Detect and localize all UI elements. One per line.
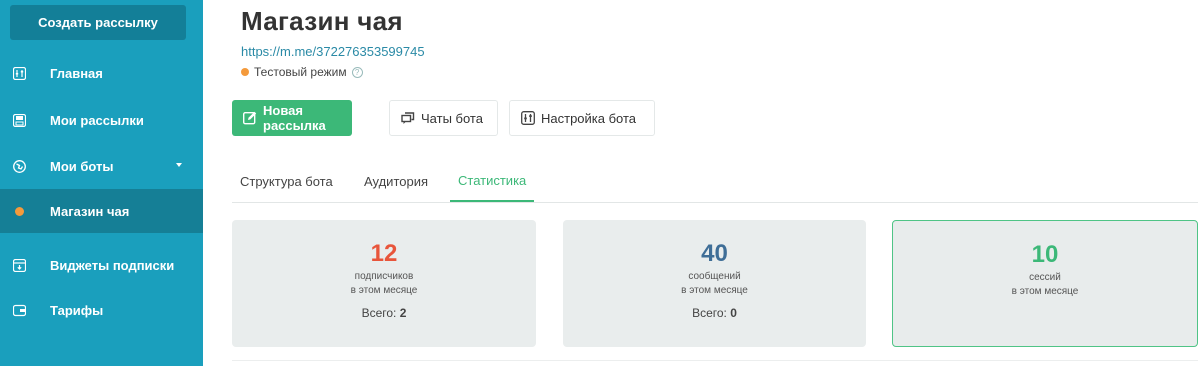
tab-audience[interactable]: Аудитория — [364, 160, 428, 203]
settings-sliders-icon — [521, 111, 535, 125]
stat-label: подписчиков — [354, 271, 414, 282]
sidebar-item-label: Главная — [50, 65, 103, 81]
status-dot-icon — [241, 68, 249, 76]
stat-total: Всего: 0 — [692, 306, 737, 320]
bot-chats-button[interactable]: Чаты бота — [389, 100, 498, 136]
globe-icon — [12, 159, 26, 173]
sidebar-item-home[interactable]: Главная — [0, 51, 203, 95]
widget-icon — [12, 258, 26, 272]
sidebar-item-label: Магазин чая — [50, 203, 130, 219]
stat-card-messages: 40 сообщений в этом месяце Всего: 0 — [563, 220, 866, 347]
stat-value: 40 — [701, 240, 728, 267]
chat-icon — [401, 111, 415, 125]
stat-period: в этом месяце — [681, 285, 748, 296]
status-dot-icon — [12, 204, 26, 218]
stat-card-sessions: 10 сессий в этом месяце — [892, 220, 1198, 347]
button-label: Новая рассылка — [263, 103, 326, 133]
mode-label: Тестовый режим — [254, 65, 347, 79]
bot-settings-button[interactable]: Настройка бота — [509, 100, 655, 136]
stat-label: сессий — [1029, 272, 1061, 283]
wallet-icon — [12, 303, 26, 317]
stat-label: сообщений — [688, 271, 741, 282]
sidebar-item-label: Мои рассылки — [50, 112, 144, 128]
button-label: Настройка бота — [541, 110, 637, 126]
save-icon — [12, 113, 26, 127]
new-broadcast-button[interactable]: Новая рассылка — [232, 100, 352, 136]
button-label: Чаты бота — [421, 110, 483, 126]
tab-statistics[interactable]: Статистика — [450, 160, 535, 202]
content-panel-edge — [232, 360, 1198, 366]
stat-total: Всего: 2 — [361, 306, 407, 320]
bot-link[interactable]: https://m.me/372276353599745 — [241, 44, 425, 59]
stat-card-subscribers: 12 подписчиков в этом месяце Всего: 2 — [232, 220, 536, 347]
page-title: Магазин чая — [241, 6, 403, 36]
sidebar: Создать рассылку Главная Мои рассылки Мо… — [0, 0, 203, 366]
help-icon[interactable]: ? — [351, 66, 363, 78]
stat-value: 12 — [370, 240, 398, 267]
home-icon — [12, 66, 26, 80]
main-content: Магазин чая https://m.me/372276353599745… — [203, 0, 1200, 366]
sidebar-item-label: Виджеты подписки — [50, 257, 175, 273]
sidebar-item-tea-shop[interactable]: Магазин чая — [0, 189, 203, 233]
create-broadcast-button[interactable]: Создать рассылку — [10, 5, 186, 40]
edit-icon — [243, 111, 257, 125]
sidebar-item-broadcasts[interactable]: Мои рассылки — [0, 98, 203, 142]
stat-period: в этом месяце — [350, 285, 418, 296]
sidebar-item-label: Тарифы — [50, 302, 104, 318]
chevron-down-icon — [176, 163, 182, 167]
sidebar-item-pricing[interactable]: Тарифы — [0, 288, 203, 332]
stat-period: в этом месяце — [1011, 286, 1079, 297]
stat-value: 10 — [1031, 241, 1059, 268]
sidebar-item-label: Мои боты — [50, 158, 114, 174]
tab-bot-structure[interactable]: Структура бота — [240, 160, 333, 203]
mode-status: Тестовый режим ? — [241, 65, 363, 79]
sidebar-item-widgets[interactable]: Виджеты подписки — [0, 243, 203, 287]
tab-bar: Структура бота Аудитория Статистика — [232, 160, 1198, 203]
sidebar-item-bots[interactable]: Мои боты — [0, 144, 203, 188]
